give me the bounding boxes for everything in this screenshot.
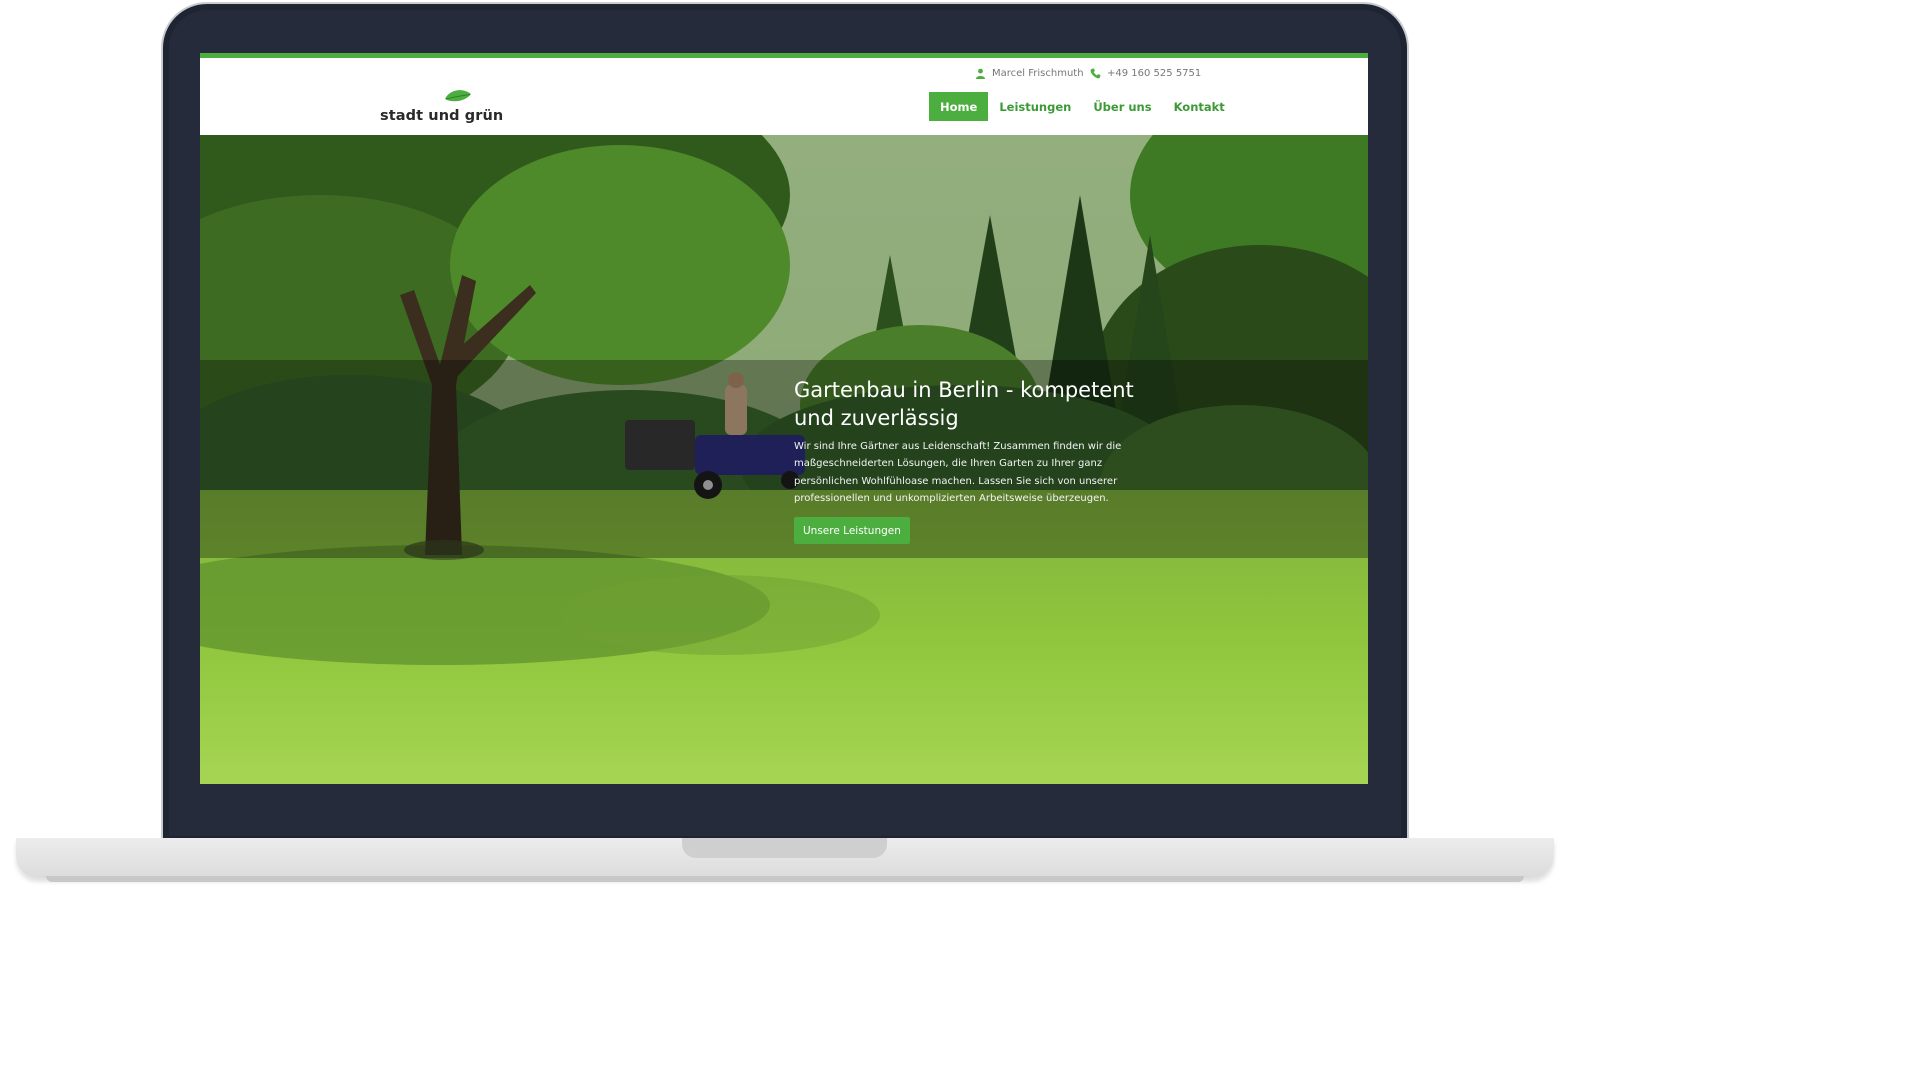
laptop-foot [46, 876, 1524, 882]
contact-name: Marcel Frischmuth [992, 68, 1084, 79]
services-button[interactable]: Unsere Leistungen [794, 517, 910, 544]
main-nav: Home Leistungen Über uns Kontakt [929, 92, 1236, 121]
nav-item-home[interactable]: Home [929, 92, 989, 121]
laptop-notch [682, 838, 887, 858]
contact-person[interactable]: Marcel Frischmuth [975, 68, 1084, 79]
nav-item-leistungen[interactable]: Leistungen [988, 92, 1082, 121]
logo-text: stadt und grün [380, 108, 504, 124]
nav-item-ueber-uns[interactable]: Über uns [1082, 92, 1162, 121]
hero-title: Gartenbau in Berlin - kompetent und zuve… [794, 378, 1134, 430]
laptop-mockup: Marcel Frischmuth +49 160 525 5751 stadt… [0, 0, 1554, 893]
contact-phone-number: +49 160 525 5751 [1107, 68, 1202, 79]
contact-phone[interactable]: +49 160 525 5751 [1090, 68, 1201, 79]
leaf-icon [445, 90, 471, 102]
hero-description: Wir sind Ihre Gärtner aus Leidenschaft! … [794, 441, 1122, 505]
nav-item-kontakt[interactable]: Kontakt [1163, 92, 1236, 121]
hero-section: Gartenbau in Berlin - kompetent und zuve… [200, 135, 1368, 784]
user-icon [975, 68, 986, 79]
site-header: Marcel Frischmuth +49 160 525 5751 stadt… [200, 58, 1368, 135]
hero-text-band [200, 360, 1368, 558]
phone-icon [1090, 68, 1101, 79]
website-screen: Marcel Frischmuth +49 160 525 5751 stadt… [200, 53, 1368, 784]
site-logo[interactable]: stadt und grün [380, 88, 503, 124]
